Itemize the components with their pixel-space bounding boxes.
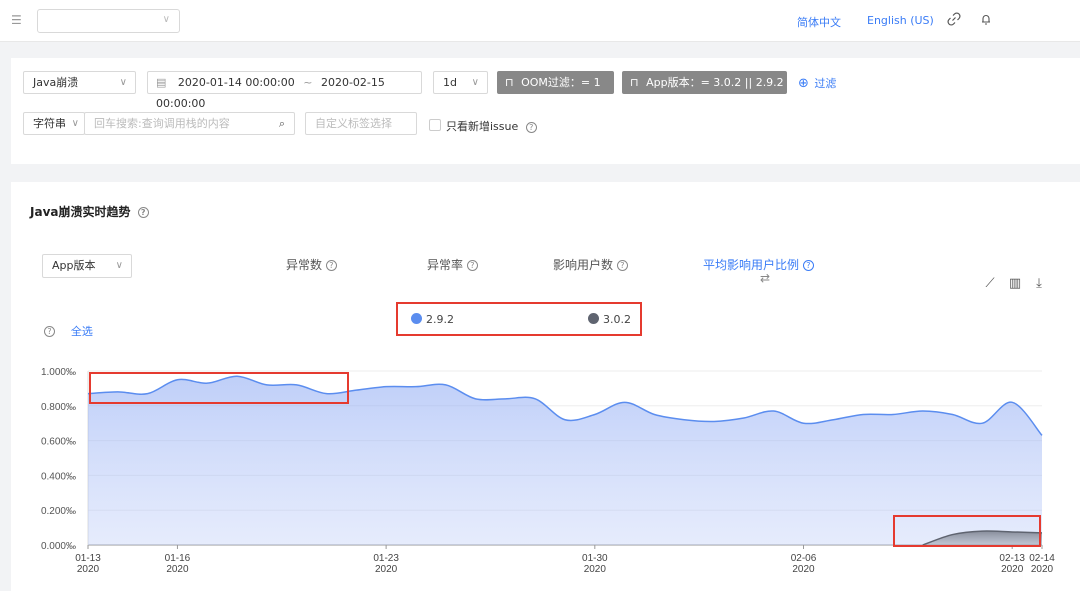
y-tick-label: 0.600‰: [41, 437, 76, 448]
help-icon[interactable]: ?: [616, 260, 628, 271]
bookmark-icon: ⊓: [630, 76, 639, 89]
metric-label: 异常数: [286, 258, 323, 272]
granularity-select[interactable]: 1d ∨: [433, 71, 488, 94]
calendar-icon: ▤: [156, 76, 167, 89]
tag-placeholder: 自定义标签选择: [315, 117, 392, 130]
x-tick-year: 2020: [584, 564, 607, 575]
lang-en-link[interactable]: English (US): [867, 14, 934, 27]
only-new-checkbox[interactable]: [429, 119, 441, 131]
only-new-label: 只看新增issue: [446, 120, 519, 133]
swap-icon[interactable]: ⇄: [760, 271, 770, 285]
help-icon[interactable]: ?: [44, 326, 55, 337]
metric-tab-rate[interactable]: 异常率 ?: [427, 256, 478, 273]
x-tick-label: 01-16: [165, 553, 191, 564]
y-tick-label: 0.200‰: [41, 506, 76, 517]
add-filter-button[interactable]: ⊕ 过滤: [798, 75, 836, 91]
y-tick-label: 0.800‰: [41, 402, 76, 413]
bell-icon[interactable]: [978, 12, 994, 28]
section-title-text: Java崩溃实时趋势: [30, 205, 131, 219]
group-by-select[interactable]: App版本 ∨: [42, 254, 132, 278]
highlight-box-new-version: [893, 515, 1041, 547]
chevron-down-icon: ∨: [162, 14, 170, 25]
help-icon[interactable]: ?: [525, 121, 537, 133]
crash-type-value: Java崩溃: [33, 76, 79, 89]
line-chart-icon[interactable]: ⟋: [983, 276, 997, 291]
metric-tab-count[interactable]: 异常数 ?: [286, 256, 337, 273]
metric-tab-user-ratio[interactable]: 平均影响用户比例 ?: [703, 256, 814, 273]
tag-select[interactable]: 自定义标签选择: [305, 112, 417, 135]
section-title: Java崩溃实时趋势 ?: [30, 203, 149, 220]
x-tick-year: 2020: [1031, 564, 1054, 575]
add-filter-label: 过滤: [814, 77, 837, 90]
download-icon[interactable]: ⤓: [1032, 276, 1046, 291]
x-tick-year: 2020: [1001, 564, 1024, 575]
chevron-down-icon: ∨: [119, 77, 127, 88]
search-type-value: 字符串: [33, 117, 66, 130]
search-type-select[interactable]: 字符串 ∨: [23, 112, 85, 135]
oom-filter-label: OOM过滤：= 1: [521, 76, 601, 89]
date-separator: ~: [303, 76, 313, 89]
chevron-down-icon: ∨: [115, 260, 123, 271]
search-icon[interactable]: ⌕: [279, 113, 285, 134]
x-tick-label: 01-23: [373, 553, 399, 564]
date-start: 2020-01-14 00:00:00: [177, 76, 295, 89]
link-icon[interactable]: [946, 12, 962, 28]
date-range-picker[interactable]: ▤ 2020-01-14 00:00:00 ~ 2020-02-15 00:00…: [147, 71, 422, 110]
version-filter-chip[interactable]: ⊓ App版本：= 3.0.2 || 2.9.2 ⊗: [622, 71, 787, 112]
x-tick-label: 02-06: [791, 553, 817, 564]
x-tick-year: 2020: [77, 564, 100, 575]
select-all-row: ? 全选: [44, 323, 93, 339]
search-placeholder: 回车搜索:查询调用栈的内容: [94, 117, 230, 130]
crash-type-select[interactable]: Java崩溃 ∨: [23, 71, 136, 94]
x-tick-label: 01-30: [582, 553, 608, 564]
x-tick-year: 2020: [792, 564, 815, 575]
metric-label: 异常率: [427, 258, 464, 272]
help-icon[interactable]: ?: [325, 260, 337, 271]
chevron-down-icon: ∨: [71, 118, 79, 129]
lang-zh-link[interactable]: 简体中文: [797, 14, 841, 30]
granularity-value: 1d: [443, 76, 457, 89]
group-by-value: App版本: [52, 259, 96, 272]
close-icon[interactable]: ⊗: [634, 99, 643, 112]
y-tick-label: 1.000‰: [41, 367, 76, 378]
y-tick-label: 0.000‰: [41, 541, 76, 552]
x-tick-year: 2020: [375, 564, 398, 575]
x-tick-label: 02-13: [999, 553, 1025, 564]
bookmark-icon: ⊓: [505, 76, 514, 89]
y-tick-label: 0.400‰: [41, 471, 76, 482]
menu-icon[interactable]: ☰: [11, 13, 25, 27]
close-icon[interactable]: ⊗: [509, 99, 518, 112]
chevron-down-icon: ∨: [471, 77, 479, 88]
only-new-text: 只看新增issue ?: [446, 118, 537, 134]
x-tick-label: 02-14: [1029, 553, 1055, 564]
x-tick-label: 01-13: [75, 553, 101, 564]
x-tick-year: 2020: [166, 564, 189, 575]
help-icon[interactable]: ?: [466, 260, 478, 271]
highlight-box-legend: [396, 302, 642, 336]
help-icon[interactable]: ?: [137, 207, 149, 218]
bar-chart-icon[interactable]: ▥: [1008, 276, 1022, 291]
oom-filter-chip[interactable]: ⊓ OOM过滤：= 1 ⊗: [497, 71, 614, 112]
metric-label: 影响用户数: [553, 258, 614, 272]
metric-tab-users[interactable]: 影响用户数 ?: [553, 256, 628, 273]
help-icon[interactable]: ?: [802, 260, 814, 271]
search-input[interactable]: 回车搜索:查询调用栈的内容 ⌕: [84, 112, 295, 135]
version-filter-label: App版本：= 3.0.2 || 2.9.2: [646, 76, 784, 89]
highlight-box-peak: [89, 372, 349, 404]
metric-label: 平均影响用户比例: [703, 258, 800, 272]
plus-circle-icon: ⊕: [798, 76, 809, 91]
select-all-link[interactable]: 全选: [71, 325, 93, 338]
top-nav: ☰ ∨ 简体中文 English (US): [0, 0, 1080, 42]
app-selector[interactable]: ∨: [37, 9, 180, 33]
